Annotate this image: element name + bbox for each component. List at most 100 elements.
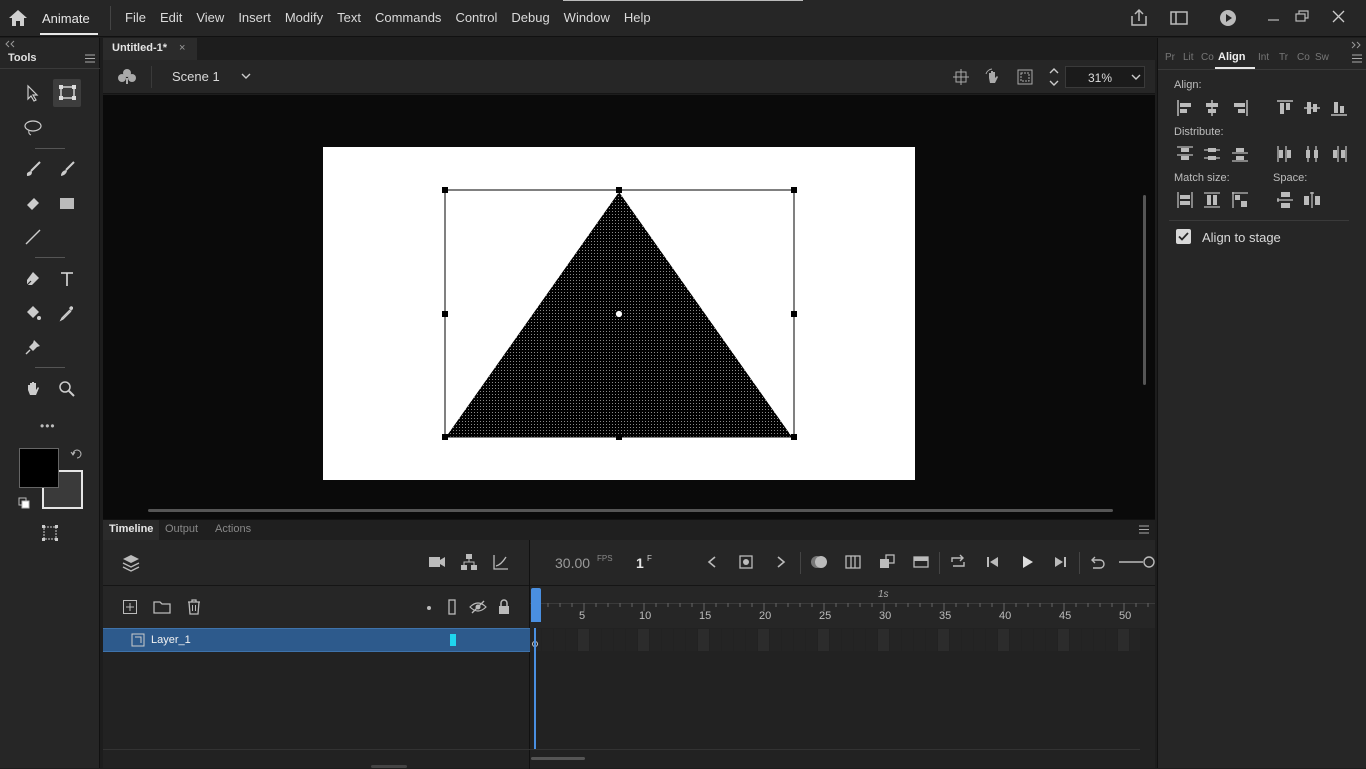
new-folder-icon[interactable] bbox=[153, 599, 171, 615]
distribute-right-edge-icon[interactable] bbox=[1329, 144, 1349, 164]
frame-cell[interactable] bbox=[686, 629, 697, 651]
frame-cell[interactable] bbox=[806, 629, 817, 651]
align-right-edge-icon[interactable] bbox=[1230, 98, 1250, 118]
clip-content-icon[interactable] bbox=[1016, 68, 1034, 86]
previous-keyframe-icon[interactable] bbox=[704, 554, 720, 570]
play-icon[interactable] bbox=[1018, 553, 1036, 571]
frame-cell[interactable] bbox=[662, 629, 673, 651]
swap-colors-icon[interactable] bbox=[70, 448, 82, 460]
align-horizontal-center-icon[interactable] bbox=[1202, 98, 1222, 118]
frame-cell[interactable] bbox=[1106, 629, 1117, 651]
frame-cell[interactable] bbox=[974, 629, 985, 651]
stroke-color-swatch[interactable] bbox=[19, 448, 59, 488]
more-tools[interactable]: ••• bbox=[40, 419, 56, 433]
space-evenly-horizontally-icon[interactable] bbox=[1302, 190, 1322, 210]
frame-cell[interactable] bbox=[1058, 629, 1069, 651]
fps-value[interactable]: 30.00 bbox=[555, 555, 590, 571]
frame-cell[interactable] bbox=[782, 629, 793, 651]
tab-code-snippets[interactable]: Co bbox=[1297, 52, 1310, 63]
panel-menu-icon[interactable] bbox=[1138, 525, 1150, 534]
menu-edit[interactable]: Edit bbox=[153, 10, 189, 25]
frame-ruler[interactable]: 1s 5 10 15 20 25 30 35 40 45 50 bbox=[530, 586, 1155, 628]
frame-cell[interactable] bbox=[770, 629, 781, 651]
frame-cell[interactable] bbox=[962, 629, 973, 651]
document-tab[interactable]: Untitled-1* × bbox=[103, 38, 197, 60]
highlight-dot-icon[interactable] bbox=[425, 604, 433, 612]
loop-icon[interactable] bbox=[949, 553, 967, 571]
frame-cell[interactable] bbox=[638, 629, 649, 651]
frame-cell[interactable] bbox=[698, 629, 709, 651]
frame-cell[interactable] bbox=[626, 629, 637, 651]
tab-color[interactable]: Co bbox=[1201, 52, 1214, 63]
tab-align[interactable]: Align bbox=[1218, 51, 1246, 63]
snap-icon[interactable] bbox=[952, 68, 970, 86]
pen-tool[interactable] bbox=[19, 265, 47, 293]
lock-icon[interactable] bbox=[497, 598, 511, 616]
chevron-down-icon[interactable] bbox=[1130, 72, 1142, 82]
frame-cell[interactable] bbox=[926, 629, 937, 651]
stage[interactable] bbox=[323, 147, 915, 480]
eraser-tool[interactable] bbox=[19, 189, 47, 217]
frame-cell[interactable] bbox=[734, 629, 745, 651]
frame-cell[interactable] bbox=[842, 629, 853, 651]
distribute-horizontal-center-icon[interactable] bbox=[1302, 144, 1322, 164]
frame-cell[interactable] bbox=[614, 629, 625, 651]
document-tab-close[interactable]: × bbox=[179, 42, 185, 54]
frame-cell[interactable] bbox=[1022, 629, 1033, 651]
layer-parenting-icon[interactable] bbox=[460, 553, 478, 571]
frame-cell[interactable] bbox=[746, 629, 757, 651]
frame-cell[interactable] bbox=[1070, 629, 1081, 651]
minimize-icon[interactable] bbox=[1263, 8, 1285, 28]
frame-cell[interactable] bbox=[854, 629, 865, 651]
expand-arrows-icon[interactable] bbox=[1350, 41, 1362, 49]
frame-cell[interactable] bbox=[674, 629, 685, 651]
app-name[interactable]: Animate bbox=[42, 11, 90, 26]
tab-swatches[interactable]: Sw bbox=[1315, 52, 1329, 63]
paint-brush-tool[interactable] bbox=[19, 155, 47, 183]
menu-text[interactable]: Text bbox=[330, 10, 368, 25]
menu-modify[interactable]: Modify bbox=[278, 10, 330, 25]
line-tool[interactable] bbox=[19, 223, 47, 251]
frame-cell[interactable] bbox=[722, 629, 733, 651]
edit-multiple-frames-icon[interactable] bbox=[844, 553, 862, 571]
align-bottom-edge-icon[interactable] bbox=[1329, 98, 1349, 118]
layers-icon[interactable] bbox=[121, 553, 141, 573]
lasso-tool[interactable] bbox=[19, 114, 47, 142]
hand-tool[interactable] bbox=[19, 375, 47, 403]
selection-tool[interactable] bbox=[19, 79, 47, 107]
layer-name[interactable]: Layer_1 bbox=[151, 634, 191, 646]
frame-cell[interactable] bbox=[794, 629, 805, 651]
close-icon[interactable] bbox=[1328, 8, 1350, 28]
onion-skin-icon[interactable] bbox=[809, 553, 829, 571]
transform-pivot-point[interactable] bbox=[615, 310, 623, 318]
match-width-and-height-icon[interactable] bbox=[1230, 190, 1250, 210]
chevron-down-icon[interactable] bbox=[240, 71, 252, 81]
frame-cell[interactable] bbox=[986, 629, 997, 651]
stage-canvas[interactable] bbox=[323, 147, 915, 480]
align-to-stage-checkbox[interactable] bbox=[1176, 229, 1191, 244]
space-evenly-vertically-icon[interactable] bbox=[1275, 190, 1295, 210]
frame-cell[interactable] bbox=[1130, 629, 1140, 651]
brush-tool[interactable] bbox=[53, 155, 81, 183]
undo-icon[interactable] bbox=[1088, 553, 1106, 571]
edit-toolbar-button[interactable] bbox=[36, 519, 64, 547]
frame-cell[interactable] bbox=[578, 629, 589, 651]
vertical-scrollbar[interactable] bbox=[1143, 195, 1146, 385]
insert-keyframe-icon[interactable] bbox=[738, 554, 754, 570]
outline-icon[interactable] bbox=[446, 599, 458, 615]
current-frame[interactable]: 1 bbox=[636, 555, 644, 571]
frame-cell[interactable] bbox=[542, 629, 553, 651]
frame-cell[interactable] bbox=[830, 629, 841, 651]
new-layer-icon[interactable] bbox=[122, 599, 138, 615]
create-tween-icon[interactable] bbox=[878, 553, 896, 571]
frame-cell[interactable] bbox=[602, 629, 613, 651]
zoom-field[interactable]: 31% bbox=[1065, 66, 1145, 88]
match-width-icon[interactable] bbox=[1175, 190, 1195, 210]
menu-help[interactable]: Help bbox=[617, 10, 658, 25]
panel-menu-icon[interactable] bbox=[1351, 54, 1363, 63]
insert-frame-icon[interactable] bbox=[912, 553, 930, 571]
menu-file[interactable]: File bbox=[118, 10, 153, 25]
layer-frames[interactable] bbox=[530, 628, 1140, 652]
camera-icon[interactable] bbox=[428, 554, 446, 570]
frame-cell[interactable] bbox=[590, 629, 601, 651]
